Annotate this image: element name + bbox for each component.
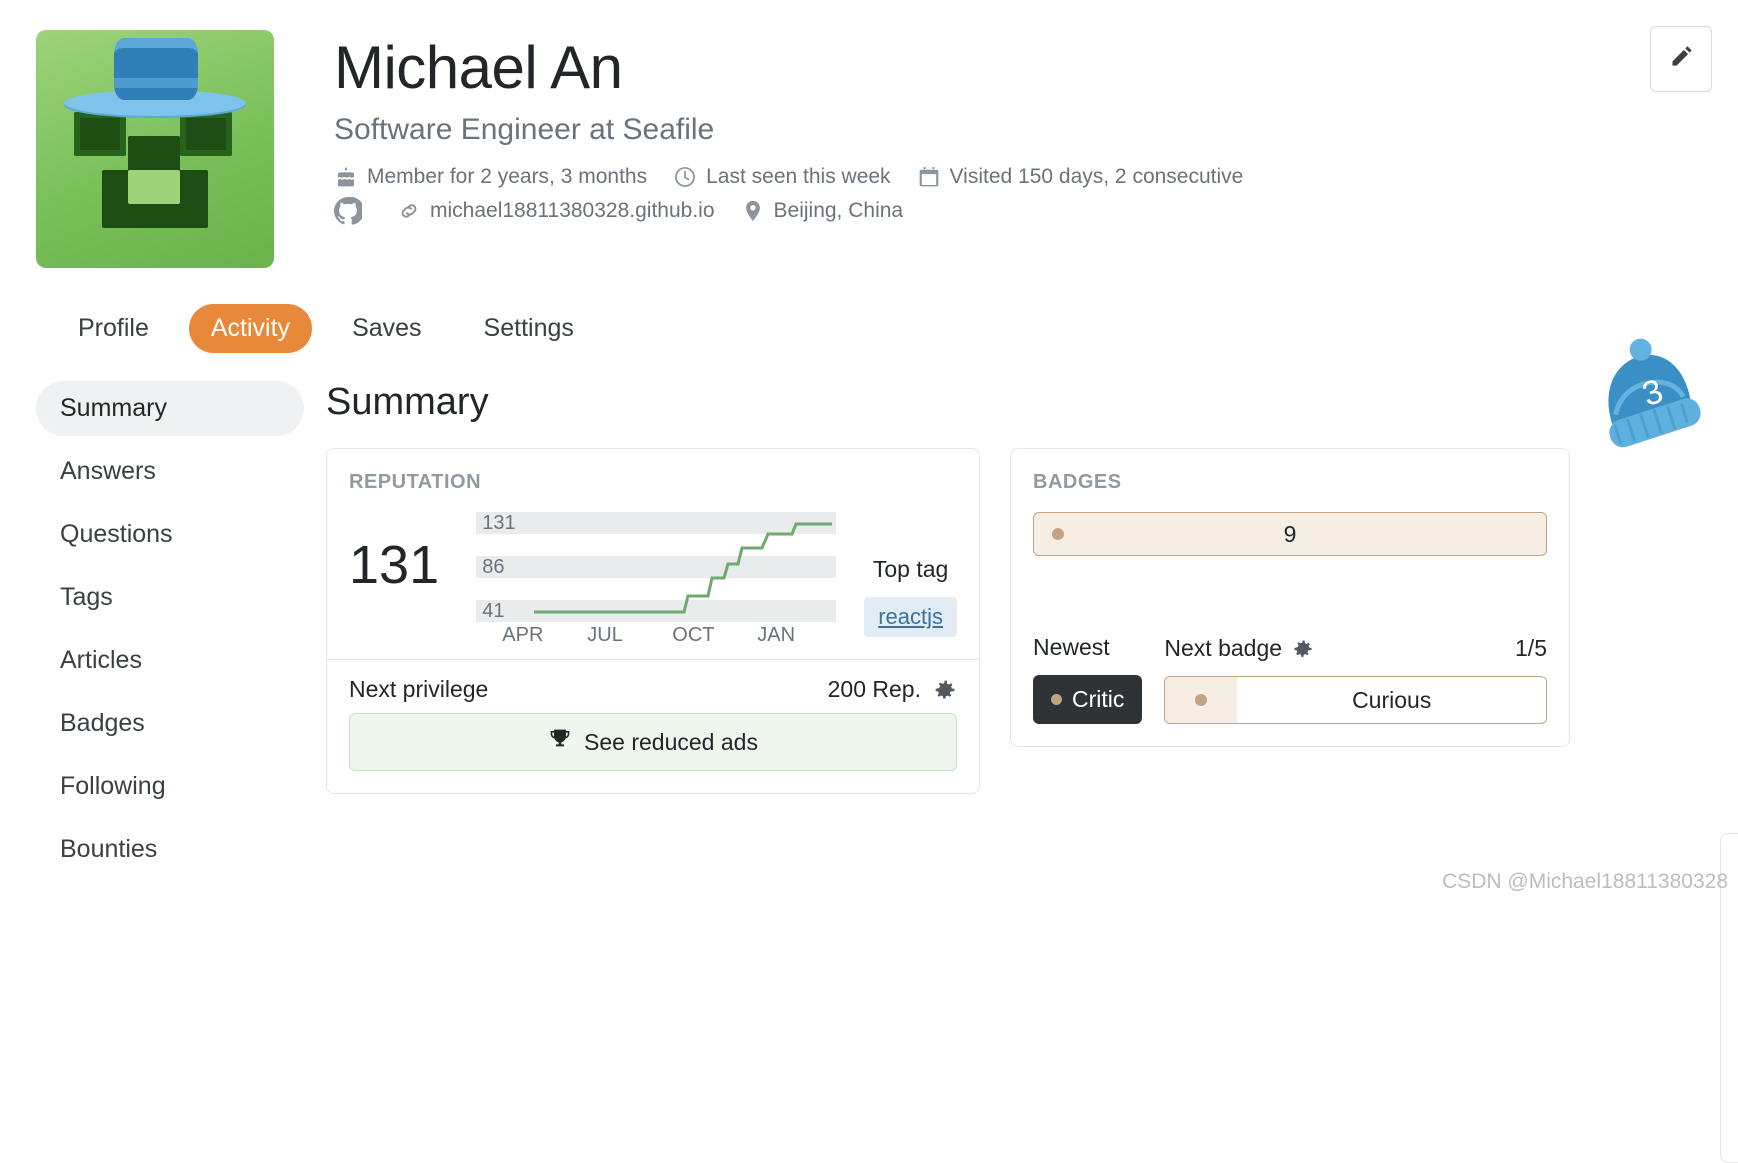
newest-badge-chip[interactable]: Critic [1033, 675, 1143, 724]
member-for-item: Member for 2 years, 3 months [334, 165, 647, 189]
next-privilege-right: 200 Rep. [828, 676, 957, 703]
winter-hat-decoration: 3 [1570, 335, 1720, 475]
badges-card: BADGES 9 Newest Critic Next badge 1/5 Cu… [1010, 448, 1570, 747]
sidebar-item-answers[interactable]: Answers [36, 444, 304, 499]
calendar-icon [917, 165, 941, 189]
page-title: Michael An [334, 34, 623, 101]
bronze-dot-icon [1052, 528, 1064, 540]
bronze-badge-count: 9 [1283, 520, 1297, 547]
see-reduced-ads-label: See reduced ads [584, 728, 758, 755]
newest-badge-col: Newest Critic [1033, 634, 1143, 724]
x-tick-apr: APR [502, 624, 544, 646]
meta-row-2: michael18811380328.github.io Beijing, Ch… [334, 197, 1269, 225]
summary-heading: Summary [326, 381, 489, 423]
badges-footer: Newest Critic Next badge 1/5 Curious [1033, 634, 1547, 724]
next-privilege-row: Next privilege 200 Rep. [349, 660, 957, 713]
summary-main: Summary REPUTATION 131 131 86 41 APR JUL… [304, 338, 1738, 1163]
next-badge-name: Curious [1352, 686, 1432, 713]
member-for-text: Member for 2 years, 3 months [367, 165, 648, 188]
gear-icon[interactable] [1292, 638, 1314, 660]
newest-badge-label: Newest [1033, 634, 1110, 660]
cake-icon [334, 165, 358, 189]
sidebar-item-badges[interactable]: Badges [36, 696, 304, 751]
watermark: CSDN @Michael18811380328 [1442, 870, 1728, 893]
location-pin-icon [741, 199, 765, 223]
sidebar-item-tags[interactable]: Tags [36, 570, 304, 625]
x-tick-oct: OCT [672, 624, 715, 646]
website-link-item[interactable]: michael18811380328.github.io [397, 199, 715, 223]
sidebar-item-summary[interactable]: Summary [36, 381, 304, 436]
hat-band-decoration [114, 78, 198, 88]
activity-content: Summary Answers Questions Tags Articles … [0, 338, 1738, 1163]
clock-icon [673, 165, 697, 189]
x-tick-jan: JAN [757, 624, 796, 646]
summary-cards: REPUTATION 131 131 86 41 APR JUL OCT JAN… [326, 448, 1738, 794]
reputation-card: REPUTATION 131 131 86 41 APR JUL OCT JAN… [326, 448, 980, 794]
sidebar-item-bounties[interactable]: Bounties [36, 822, 304, 877]
sidebar-item-following[interactable]: Following [36, 759, 304, 814]
last-seen-item: Last seen this week [673, 165, 891, 189]
next-badge-progress-fill [1165, 677, 1238, 723]
next-badge-bar[interactable]: Curious [1164, 676, 1547, 724]
top-tag-label: Top tag [872, 556, 949, 582]
top-tag-pill[interactable]: reactjs [864, 597, 957, 637]
bronze-badge-bar[interactable]: 9 [1033, 512, 1547, 556]
profile-meta: Member for 2 years, 3 months Last seen t… [334, 165, 1269, 225]
avatar[interactable] [36, 30, 274, 268]
see-reduced-ads-button[interactable]: See reduced ads [349, 713, 957, 771]
profile-header: Michael An Software Engineer at Seafile … [0, 0, 1738, 268]
newest-badge-name: Critic [1072, 686, 1125, 712]
hat-top-decoration [114, 38, 198, 100]
next-privilege-points: 200 Rep. [827, 676, 921, 702]
meta-row-1: Member for 2 years, 3 months Last seen t… [334, 165, 1269, 189]
next-privilege-label: Next privilege [349, 676, 489, 702]
next-badge-header: Next badge 1/5 [1164, 635, 1547, 662]
sidebar-item-questions[interactable]: Questions [36, 507, 304, 562]
profile-tabs: Profile Activity Saves Settings [56, 304, 1738, 353]
github-item[interactable] [334, 197, 371, 225]
activity-sidebar: Summary Answers Questions Tags Articles … [36, 381, 304, 885]
next-badge-label: Next badge [1164, 635, 1283, 661]
reputation-chart: 131 86 41 APR JUL OCT JAN [476, 512, 837, 646]
profile-headline: Software Engineer at Seafile [334, 113, 715, 146]
next-badge-progress: 1/5 [1515, 635, 1547, 661]
visited-days-text: Visited 150 days, 2 consecutive [949, 165, 1244, 188]
last-seen-text: Last seen this week [706, 165, 891, 188]
github-icon[interactable] [334, 197, 362, 225]
location-item: Beijing, China [741, 199, 904, 223]
reputation-body: 131 131 86 41 APR JUL OCT JAN Top tag re… [349, 512, 957, 646]
reputation-value: 131 [349, 535, 440, 595]
tab-profile[interactable]: Profile [56, 304, 171, 353]
chart-x-axis: APR JUL OCT JAN [502, 624, 842, 647]
sidebar-item-articles[interactable]: Articles [36, 633, 304, 688]
top-tag-block: Top tag reactjs [864, 512, 957, 637]
tab-saves[interactable]: Saves [330, 304, 443, 353]
gear-icon[interactable] [933, 678, 957, 702]
edit-profile-button[interactable] [1650, 26, 1712, 92]
link-icon [397, 199, 421, 223]
reputation-sparkline [534, 522, 833, 614]
profile-page: Michael An Software Engineer at Seafile … [0, 0, 1738, 1163]
badges-card-label: BADGES [1033, 471, 1122, 493]
pencil-icon [1668, 44, 1694, 75]
reputation-card-label: REPUTATION [349, 471, 482, 493]
x-tick-jul: JUL [587, 624, 623, 646]
tab-settings[interactable]: Settings [462, 304, 596, 353]
trophy-icon [548, 727, 572, 757]
tab-activity[interactable]: Activity [188, 304, 313, 353]
next-badge-col: Next badge 1/5 Curious [1164, 635, 1547, 724]
visited-days-item: Visited 150 days, 2 consecutive [917, 165, 1244, 189]
bronze-dot-icon [1195, 694, 1208, 706]
website-url[interactable]: michael18811380328.github.io [430, 199, 715, 223]
next-badge-label-wrap: Next badge [1164, 635, 1314, 662]
location-text: Beijing, China [773, 199, 904, 222]
identity-block: Michael An Software Engineer at Seafile … [274, 30, 1269, 268]
bronze-dot-icon [1051, 694, 1062, 705]
